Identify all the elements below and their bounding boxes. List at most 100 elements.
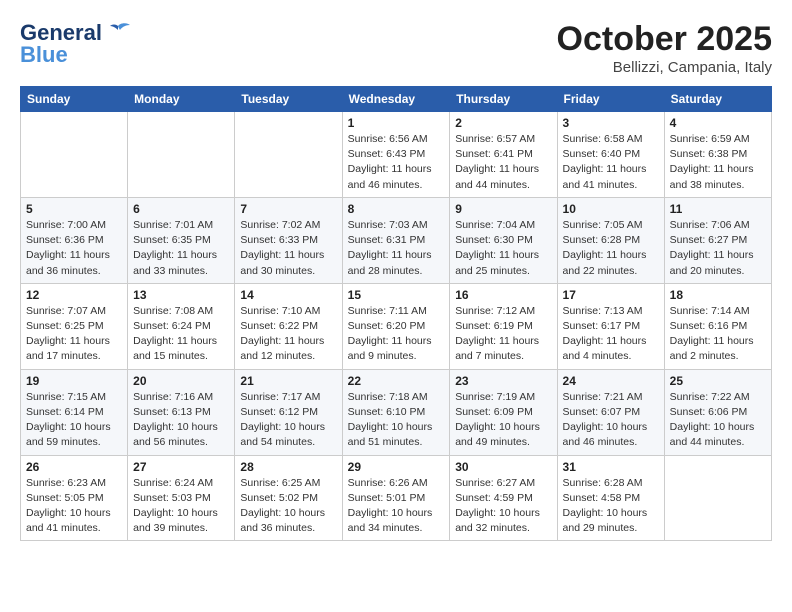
week-row-5: 26Sunrise: 6:23 AM Sunset: 5:05 PM Dayli… — [21, 455, 772, 541]
day-info: Sunrise: 7:18 AM Sunset: 6:10 PM Dayligh… — [348, 390, 445, 451]
day-cell-4: 4Sunrise: 6:59 AM Sunset: 6:38 PM Daylig… — [664, 112, 771, 198]
day-number: 24 — [563, 374, 659, 388]
day-header-wednesday: Wednesday — [342, 87, 450, 112]
day-info: Sunrise: 6:59 AM Sunset: 6:38 PM Dayligh… — [670, 132, 766, 193]
day-info: Sunrise: 6:56 AM Sunset: 6:43 PM Dayligh… — [348, 132, 445, 193]
day-info: Sunrise: 7:01 AM Sunset: 6:35 PM Dayligh… — [133, 218, 229, 279]
day-info: Sunrise: 6:28 AM Sunset: 4:58 PM Dayligh… — [563, 476, 659, 537]
day-cell-21: 21 Sunrise: 7:17 AM Sunset: 6:12 PM Dayli… — [235, 369, 342, 455]
header-row: SundayMondayTuesdayWednesdayThursdayFrid… — [21, 87, 772, 112]
day-info: Sunrise: 6:24 AM Sunset: 5:03 PM Dayligh… — [133, 476, 229, 537]
day-cell-28: 28Sunrise: 6:25 AM Sunset: 5:02 PM Dayli… — [235, 455, 342, 541]
empty-cell — [235, 112, 342, 198]
day-header-monday: Monday — [128, 87, 235, 112]
day-info: Sunrise: 7:12 AM Sunset: 6:19 PM Dayligh… — [455, 304, 551, 365]
day-number: 12 — [26, 288, 122, 302]
week-row-1: 1 Sunrise: 6:56 AM Sunset: 6:43 PM Daylig… — [21, 112, 772, 198]
day-number: 27 — [133, 460, 229, 474]
day-cell-18: 18 Sunrise: 7:14 AM Sunset: 6:16 PM Dayli… — [664, 283, 771, 369]
day-cell-1: 1 Sunrise: 6:56 AM Sunset: 6:43 PM Daylig… — [342, 112, 450, 198]
day-header-sunday: Sunday — [21, 87, 128, 112]
day-info: Sunrise: 7:15 AM Sunset: 6:14 PM Dayligh… — [26, 390, 122, 451]
day-number: 23 — [455, 374, 551, 388]
calendar-table: SundayMondayTuesdayWednesdayThursdayFrid… — [20, 86, 772, 541]
day-cell-23: 23 Sunrise: 7:19 AM Sunset: 6:09 PM Dayli… — [450, 369, 557, 455]
day-info: Sunrise: 7:21 AM Sunset: 6:07 PM Dayligh… — [563, 390, 659, 451]
logo-text-block: General Blue — [20, 20, 132, 68]
day-number: 9 — [455, 202, 551, 216]
logo: General Blue — [20, 20, 132, 68]
day-info: Sunrise: 7:22 AM Sunset: 6:06 PM Dayligh… — [670, 390, 766, 451]
day-info: Sunrise: 7:07 AM Sunset: 6:25 PM Dayligh… — [26, 304, 122, 365]
day-header-thursday: Thursday — [450, 87, 557, 112]
day-cell-9: 9 Sunrise: 7:04 AM Sunset: 6:30 PM Daylig… — [450, 197, 557, 283]
location-title: Bellizzi, Campania, Italy — [557, 59, 772, 76]
day-info: Sunrise: 7:08 AM Sunset: 6:24 PM Dayligh… — [133, 304, 229, 365]
day-cell-13: 13Sunrise: 7:08 AM Sunset: 6:24 PM Dayli… — [128, 283, 235, 369]
day-cell-29: 29 Sunrise: 6:26 AM Sunset: 5:01 PM Dayli… — [342, 455, 450, 541]
day-cell-26: 26Sunrise: 6:23 AM Sunset: 5:05 PM Dayli… — [21, 455, 128, 541]
day-info: Sunrise: 6:25 AM Sunset: 5:02 PM Dayligh… — [240, 476, 336, 537]
day-cell-17: 17Sunrise: 7:13 AM Sunset: 6:17 PM Dayli… — [557, 283, 664, 369]
empty-cell — [128, 112, 235, 198]
day-number: 3 — [563, 116, 659, 130]
day-info: Sunrise: 7:19 AM Sunset: 6:09 PM Dayligh… — [455, 390, 551, 451]
day-cell-22: 22Sunrise: 7:18 AM Sunset: 6:10 PM Dayli… — [342, 369, 450, 455]
day-cell-27: 27 Sunrise: 6:24 AM Sunset: 5:03 PM Dayli… — [128, 455, 235, 541]
day-info: Sunrise: 7:16 AM Sunset: 6:13 PM Dayligh… — [133, 390, 229, 451]
week-row-3: 12 Sunrise: 7:07 AM Sunset: 6:25 PM Dayli… — [21, 283, 772, 369]
day-info: Sunrise: 7:05 AM Sunset: 6:28 PM Dayligh… — [563, 218, 659, 279]
day-cell-12: 12 Sunrise: 7:07 AM Sunset: 6:25 PM Dayli… — [21, 283, 128, 369]
day-info: Sunrise: 6:57 AM Sunset: 6:41 PM Dayligh… — [455, 132, 551, 193]
day-number: 5 — [26, 202, 122, 216]
day-number: 29 — [348, 460, 445, 474]
day-cell-3: 3 Sunrise: 6:58 AM Sunset: 6:40 PM Daylig… — [557, 112, 664, 198]
day-info: Sunrise: 7:03 AM Sunset: 6:31 PM Dayligh… — [348, 218, 445, 279]
day-cell-24: 24 Sunrise: 7:21 AM Sunset: 6:07 PM Dayli… — [557, 369, 664, 455]
day-number: 1 — [348, 116, 445, 130]
day-number: 26 — [26, 460, 122, 474]
logo-bird-icon — [104, 22, 132, 44]
day-cell-2: 2Sunrise: 6:57 AM Sunset: 6:41 PM Daylig… — [450, 112, 557, 198]
day-cell-30: 30 Sunrise: 6:27 AM Sunset: 4:59 PM Dayli… — [450, 455, 557, 541]
week-row-4: 19 Sunrise: 7:15 AM Sunset: 6:14 PM Dayli… — [21, 369, 772, 455]
day-cell-15: 15Sunrise: 7:11 AM Sunset: 6:20 PM Dayli… — [342, 283, 450, 369]
calendar-header: SundayMondayTuesdayWednesdayThursdayFrid… — [21, 87, 772, 112]
day-info: Sunrise: 6:26 AM Sunset: 5:01 PM Dayligh… — [348, 476, 445, 537]
day-number: 16 — [455, 288, 551, 302]
day-number: 30 — [455, 460, 551, 474]
empty-cell — [664, 455, 771, 541]
day-cell-25: 25 Sunrise: 7:22 AM Sunset: 6:06 PM Dayli… — [664, 369, 771, 455]
day-number: 6 — [133, 202, 229, 216]
day-cell-31: 31Sunrise: 6:28 AM Sunset: 4:58 PM Dayli… — [557, 455, 664, 541]
day-cell-10: 10 Sunrise: 7:05 AM Sunset: 6:28 PM Dayli… — [557, 197, 664, 283]
day-cell-11: 11 Sunrise: 7:06 AM Sunset: 6:27 PM Dayli… — [664, 197, 771, 283]
day-cell-6: 6 Sunrise: 7:01 AM Sunset: 6:35 PM Daylig… — [128, 197, 235, 283]
day-info: Sunrise: 7:11 AM Sunset: 6:20 PM Dayligh… — [348, 304, 445, 365]
day-info: Sunrise: 7:14 AM Sunset: 6:16 PM Dayligh… — [670, 304, 766, 365]
day-number: 10 — [563, 202, 659, 216]
day-number: 21 — [240, 374, 336, 388]
logo-blue: Blue — [20, 42, 68, 68]
day-info: Sunrise: 7:06 AM Sunset: 6:27 PM Dayligh… — [670, 218, 766, 279]
day-number: 11 — [670, 202, 766, 216]
day-number: 25 — [670, 374, 766, 388]
day-info: Sunrise: 6:27 AM Sunset: 4:59 PM Dayligh… — [455, 476, 551, 537]
day-cell-5: 5Sunrise: 7:00 AM Sunset: 6:36 PM Daylig… — [21, 197, 128, 283]
day-info: Sunrise: 6:58 AM Sunset: 6:40 PM Dayligh… — [563, 132, 659, 193]
day-number: 8 — [348, 202, 445, 216]
day-header-friday: Friday — [557, 87, 664, 112]
day-header-tuesday: Tuesday — [235, 87, 342, 112]
day-number: 14 — [240, 288, 336, 302]
day-info: Sunrise: 7:04 AM Sunset: 6:30 PM Dayligh… — [455, 218, 551, 279]
day-cell-7: 7Sunrise: 7:02 AM Sunset: 6:33 PM Daylig… — [235, 197, 342, 283]
day-number: 17 — [563, 288, 659, 302]
day-info: Sunrise: 7:02 AM Sunset: 6:33 PM Dayligh… — [240, 218, 336, 279]
day-info: Sunrise: 7:17 AM Sunset: 6:12 PM Dayligh… — [240, 390, 336, 451]
day-number: 19 — [26, 374, 122, 388]
day-cell-16: 16 Sunrise: 7:12 AM Sunset: 6:19 PM Dayli… — [450, 283, 557, 369]
day-number: 18 — [670, 288, 766, 302]
title-area: October 2025 Bellizzi, Campania, Italy — [557, 20, 772, 76]
week-row-2: 5Sunrise: 7:00 AM Sunset: 6:36 PM Daylig… — [21, 197, 772, 283]
day-number: 20 — [133, 374, 229, 388]
